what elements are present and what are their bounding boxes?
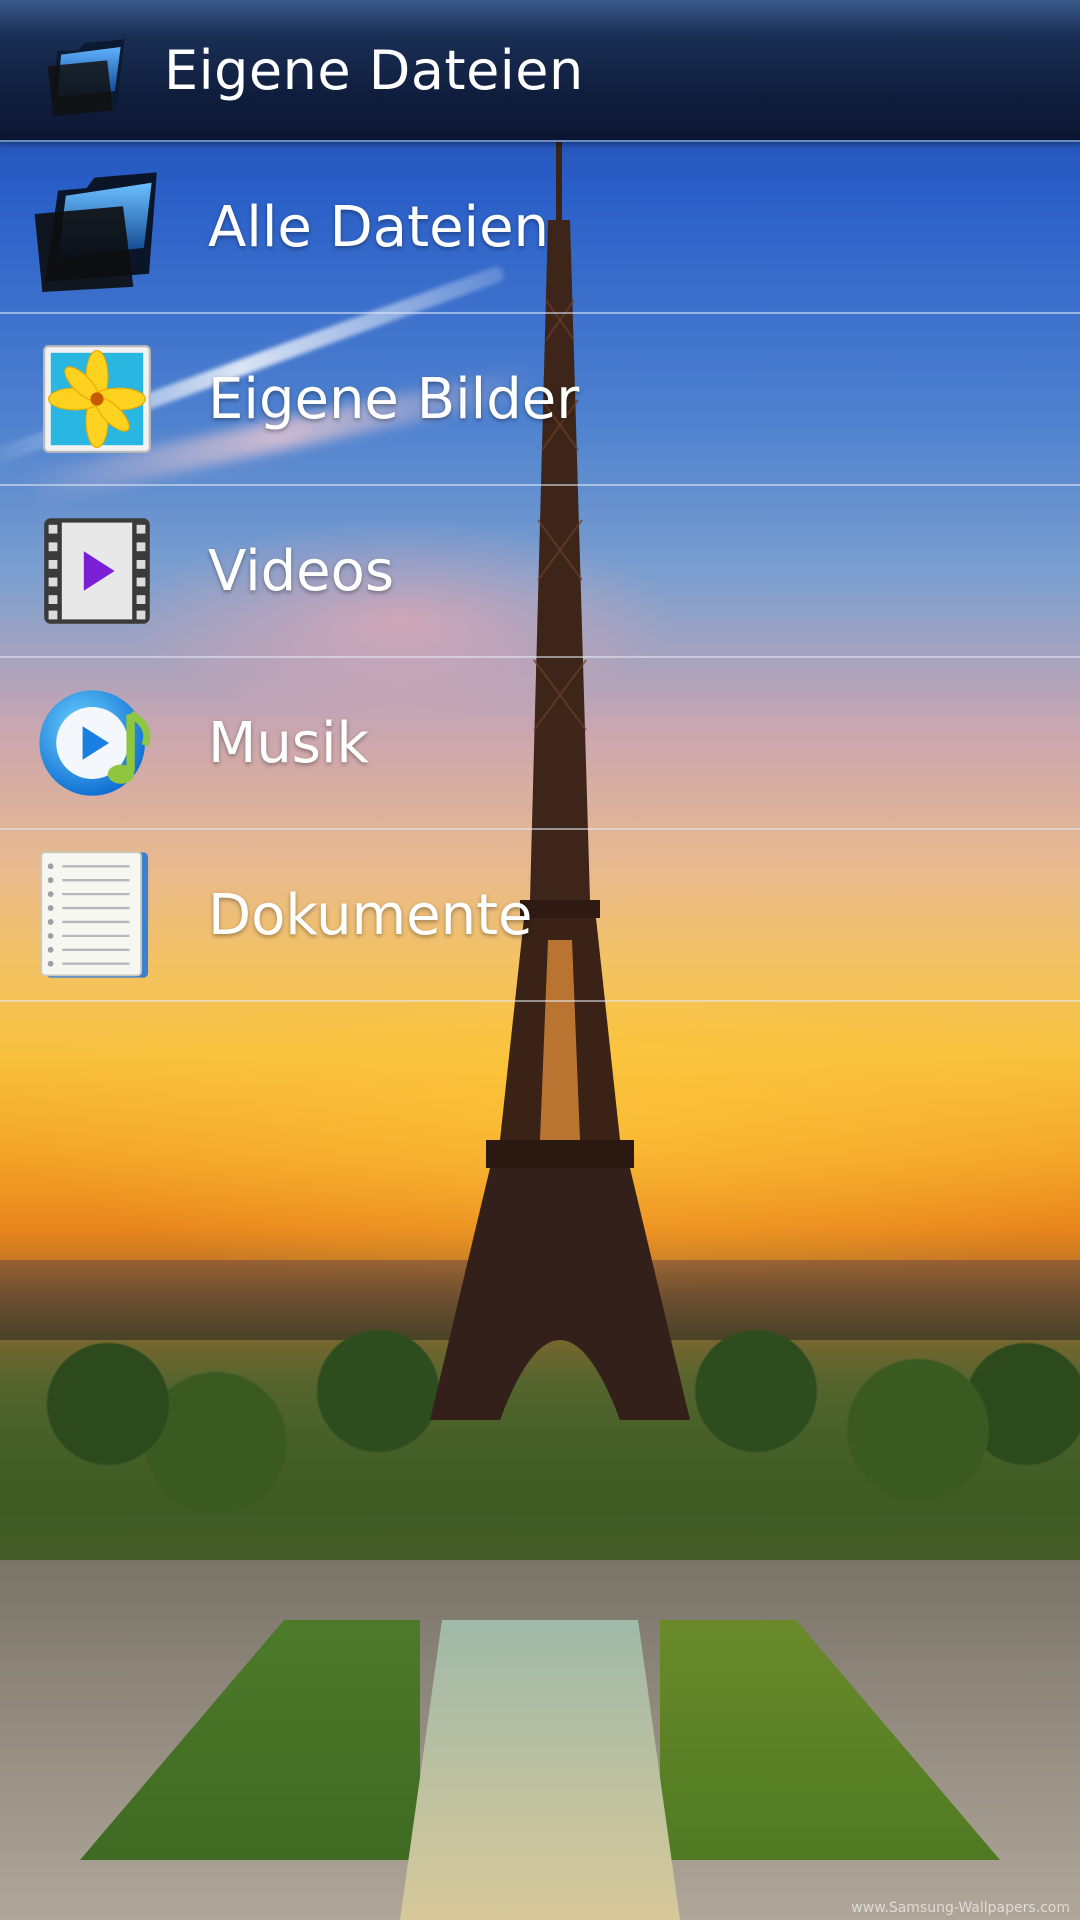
category-list: Alle Dateien Eigene Bilder Videos Musik … [0, 142, 1080, 1002]
list-item-videos[interactable]: Videos [0, 486, 1080, 658]
action-bar: Eigene Dateien [0, 0, 1080, 142]
screen: www.Samsung-Wallpapers.com Eigene Dateie… [0, 0, 1080, 1920]
list-item-all-files[interactable]: Alle Dateien [0, 142, 1080, 314]
wallpaper-lawn [80, 1620, 420, 1860]
wallpaper-lawn [660, 1620, 1000, 1860]
list-item-label: Eigene Bilder [208, 366, 580, 432]
list-item-music[interactable]: Musik [0, 658, 1080, 830]
wallpaper-plaza [0, 1560, 1080, 1920]
wallpaper-trees [0, 1300, 1080, 1560]
list-item-label: Dokumente [208, 882, 533, 948]
list-item-label: Alle Dateien [208, 194, 550, 260]
wallpaper-haze [0, 1000, 1080, 1300]
wallpaper-skyline [0, 1260, 1080, 1340]
list-item-images[interactable]: Eigene Bilder [0, 314, 1080, 486]
folder-icon[interactable] [40, 22, 136, 118]
folder-icon [32, 162, 162, 292]
wallpaper-watermark: www.Samsung-Wallpapers.com [851, 1900, 1070, 1916]
image-icon [32, 334, 162, 464]
list-item-label: Videos [208, 538, 395, 604]
page-title: Eigene Dateien [164, 38, 584, 102]
list-item-documents[interactable]: Dokumente [0, 830, 1080, 1002]
list-item-label: Musik [208, 710, 369, 776]
video-icon [32, 506, 162, 636]
wallpaper-pool [400, 1620, 680, 1920]
music-icon [32, 678, 162, 808]
document-icon [32, 850, 162, 980]
